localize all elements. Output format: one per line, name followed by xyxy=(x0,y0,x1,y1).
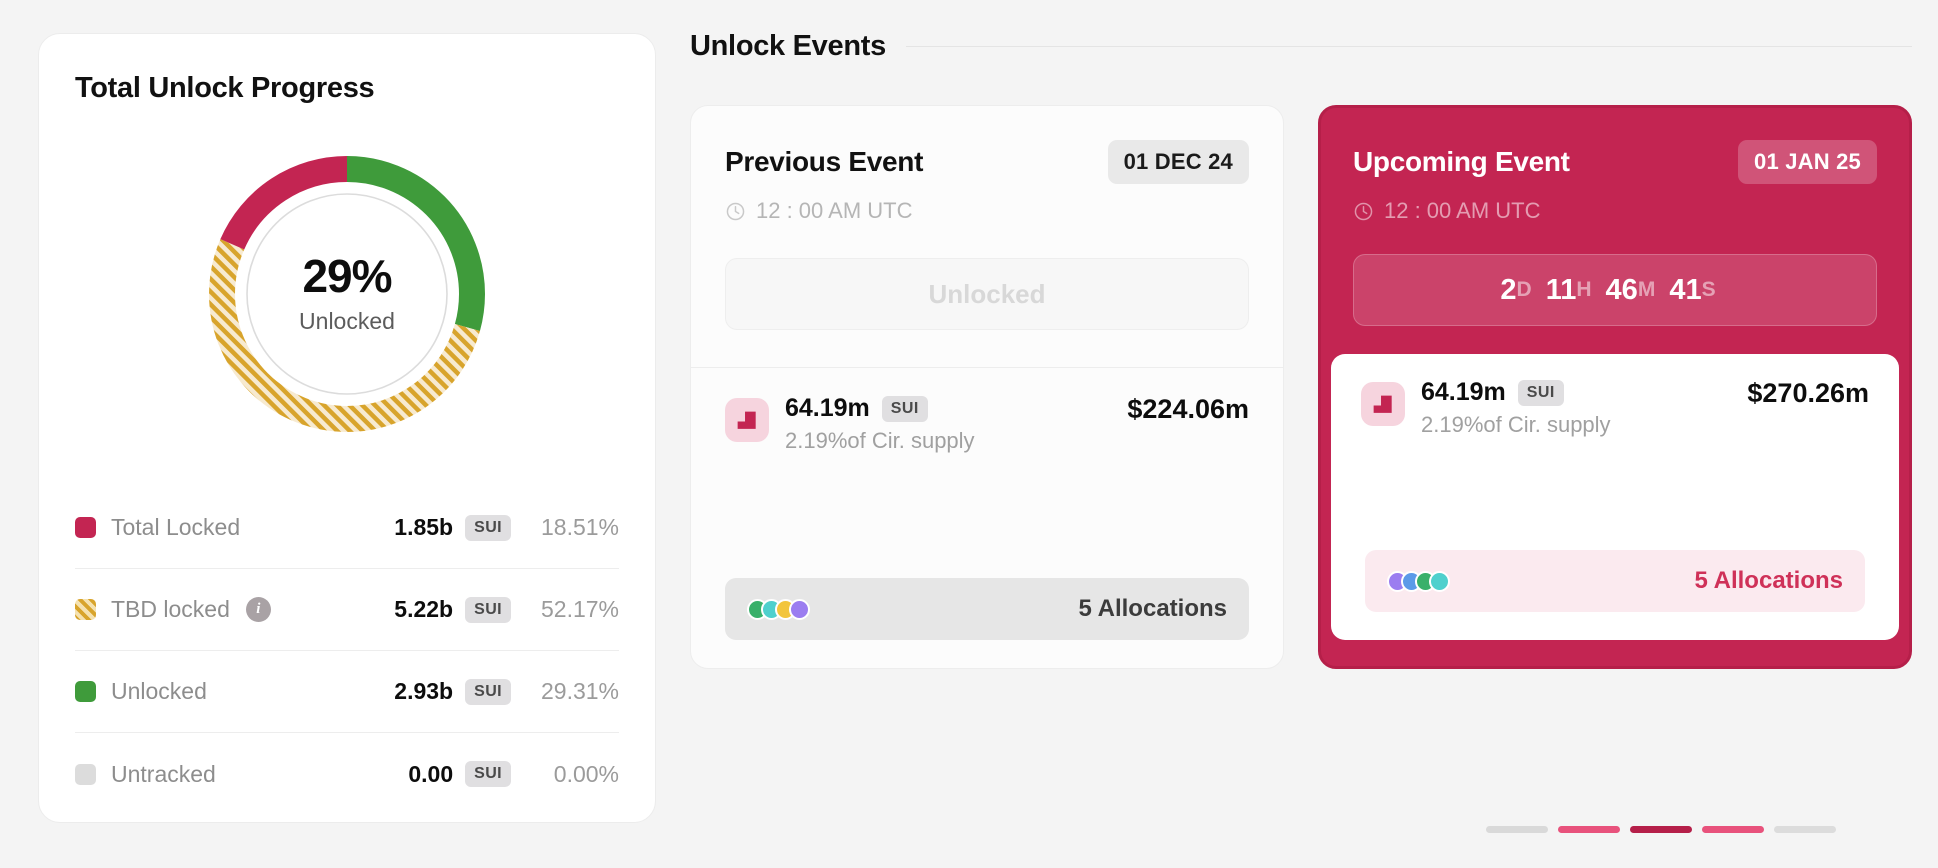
unlock-dashboard: Total Unlock Progress 29% Unlocked Total… xyxy=(0,0,1938,868)
section-divider xyxy=(905,46,1912,47)
legend-amount: 5.22b xyxy=(394,596,454,622)
upcoming-event-usd-value: $270.26m xyxy=(1747,378,1869,408)
countdown-hours-unit: H xyxy=(1576,278,1592,301)
countdown-seconds-value: 41 xyxy=(1669,273,1702,306)
countdown-hours-value: 11 xyxy=(1545,273,1577,306)
upcoming-event-token-row[interactable]: 64.19m SUI 2.19%of Cir. supply $270.26m xyxy=(1361,378,1869,438)
legend-percent: 52.17% xyxy=(540,596,619,622)
clock-icon xyxy=(726,202,745,220)
upcoming-event-time: 12 : 00 AM UTC xyxy=(1384,198,1541,223)
event-cards-row: Previous Event 01 DEC 24 12 : 00 AM UTC … xyxy=(690,105,1912,669)
donut-svg xyxy=(209,156,485,432)
upcoming-event-token-line: 64.19m SUI xyxy=(1421,378,1611,407)
token-icon xyxy=(725,398,769,442)
sui-unit-pill: SUI xyxy=(1517,379,1564,406)
upcoming-event-date-badge: 01 JAN 25 xyxy=(1738,140,1877,184)
sui-unit-pill: SUI xyxy=(465,678,511,705)
legend-amount: 0.00 xyxy=(408,760,454,787)
previous-event-title: Previous Event xyxy=(725,146,924,177)
upcoming-event-body: 64.19m SUI 2.19%of Cir. supply $270.26m xyxy=(1331,354,1899,640)
tbd-swatch-icon xyxy=(75,599,96,620)
info-icon[interactable]: i xyxy=(245,597,271,622)
legend-amount: 1.85b xyxy=(394,514,454,540)
upcoming-event-title: Upcoming Event xyxy=(1353,146,1570,177)
upcoming-event-token-texts: 64.19m SUI 2.19%of Cir. supply xyxy=(1421,378,1611,438)
previous-event-status: Unlocked xyxy=(725,258,1249,330)
legend-row-total-locked[interactable]: Total Locked 1.85b SUI 18.51% xyxy=(75,487,619,569)
legend-amount: 2.93b xyxy=(394,678,454,704)
countdown-days-value: 2 xyxy=(1500,273,1517,306)
token-icon xyxy=(1361,382,1405,426)
pagination-dot-active[interactable] xyxy=(1630,826,1692,833)
previous-event-header: Previous Event 01 DEC 24 12 : 00 AM UTC xyxy=(691,106,1283,224)
section-header: Unlock Events xyxy=(690,30,1912,63)
page-title: Total Unlock Progress xyxy=(75,72,375,104)
upcoming-event-time-row: 12 : 00 AM UTC xyxy=(1353,198,1877,224)
sui-unit-pill: SUI xyxy=(881,395,928,422)
countdown-seconds-unit: S xyxy=(1701,278,1716,301)
previous-event-time: 12 : 00 AM UTC xyxy=(756,198,913,223)
donut-inner-ring xyxy=(246,193,448,395)
upcoming-event-countdown: 2 D 11 H 46 M 41 S xyxy=(1353,254,1877,326)
previous-event-body: 64.19m SUI 2.19%of Cir. supply $224.06m xyxy=(691,368,1283,668)
previous-event-token-line: 64.19m SUI xyxy=(785,394,975,423)
previous-event-allocations-bar[interactable]: 5 Allocations xyxy=(725,578,1249,640)
token-glyph-icon xyxy=(1373,395,1392,413)
untracked-swatch-icon xyxy=(75,763,96,785)
progress-column: Total Unlock Progress 29% Unlocked Total… xyxy=(0,0,660,868)
allocation-dot xyxy=(789,598,810,620)
token-glyph-icon xyxy=(737,411,756,429)
sui-unit-pill: SUI xyxy=(465,596,511,623)
previous-event-title-row: Previous Event 01 DEC 24 xyxy=(725,140,1249,184)
pagination-dot[interactable] xyxy=(1558,826,1620,833)
total-unlock-progress-card: Total Unlock Progress 29% Unlocked Total… xyxy=(38,33,656,823)
unlocked-swatch-icon xyxy=(75,681,96,702)
previous-event-date-badge: 01 DEC 24 xyxy=(1107,140,1249,184)
upcoming-event-header: Upcoming Event 01 JAN 25 12 : 00 AM UTC xyxy=(1321,108,1909,224)
allocation-dots xyxy=(1387,570,1450,592)
previous-event-time-row: 12 : 00 AM UTC xyxy=(725,198,1249,224)
sui-unit-pill: SUI xyxy=(465,761,511,787)
previous-event-token-row[interactable]: 64.19m SUI 2.19%of Cir. supply $224.06m xyxy=(725,394,1249,454)
previous-event-card[interactable]: Previous Event 01 DEC 24 12 : 00 AM UTC … xyxy=(690,105,1284,669)
upcoming-event-allocations-label: 5 Allocations xyxy=(1694,567,1843,594)
sui-unit-pill: SUI xyxy=(465,514,511,541)
legend-label: Untracked xyxy=(111,760,216,787)
unlock-donut-chart: 29% Unlocked xyxy=(202,149,492,439)
legend-percent: 0.00% xyxy=(553,760,619,787)
upcoming-event-supply-share: 2.19%of Cir. supply xyxy=(1421,412,1611,437)
section-title: Unlock Events xyxy=(690,30,886,62)
legend-label: Unlocked xyxy=(111,678,207,704)
progress-legend: Total Locked 1.85b SUI 18.51% TBD locked… xyxy=(75,487,619,815)
carousel-pagination[interactable] xyxy=(1486,826,1836,833)
legend-row-untracked[interactable]: Untracked 0.00 SUI 0.00% xyxy=(75,733,619,815)
clock-icon xyxy=(1354,202,1373,220)
locked-swatch-icon xyxy=(75,517,96,538)
legend-row-unlocked[interactable]: Unlocked 2.93b SUI 29.31% xyxy=(75,651,619,733)
previous-event-token-texts: 64.19m SUI 2.19%of Cir. supply xyxy=(785,394,975,454)
upcoming-event-card[interactable]: Upcoming Event 01 JAN 25 12 : 00 AM UTC … xyxy=(1318,105,1912,669)
legend-label: Total Locked xyxy=(111,514,241,540)
upcoming-event-token-amount: 64.19m xyxy=(1421,378,1506,406)
allocation-dot xyxy=(1429,570,1450,592)
upcoming-event-title-row: Upcoming Event 01 JAN 25 xyxy=(1353,140,1877,184)
previous-event-token-amount: 64.19m xyxy=(785,394,870,422)
legend-percent: 29.31% xyxy=(540,678,619,704)
allocation-dots xyxy=(747,598,810,620)
pagination-dot[interactable] xyxy=(1774,826,1836,833)
legend-row-tbd-locked[interactable]: TBD locked i 5.22b SUI 52.17% xyxy=(75,569,619,651)
countdown-minutes-unit: M xyxy=(1637,278,1656,301)
previous-event-allocations-label: 5 Allocations xyxy=(1078,595,1227,622)
upcoming-event-allocations-bar[interactable]: 5 Allocations xyxy=(1365,550,1865,612)
countdown-minutes-value: 46 xyxy=(1605,273,1638,306)
previous-event-usd-value: $224.06m xyxy=(1127,394,1249,424)
countdown-days-unit: D xyxy=(1516,278,1532,301)
pagination-dot[interactable] xyxy=(1702,826,1764,833)
previous-event-supply-share: 2.19%of Cir. supply xyxy=(785,428,975,453)
legend-percent: 18.51% xyxy=(540,514,619,540)
unlock-events-column: Unlock Events Previous Event 01 DEC 24 1… xyxy=(660,0,1938,868)
pagination-dot[interactable] xyxy=(1486,826,1548,833)
legend-label: TBD locked xyxy=(111,596,230,622)
